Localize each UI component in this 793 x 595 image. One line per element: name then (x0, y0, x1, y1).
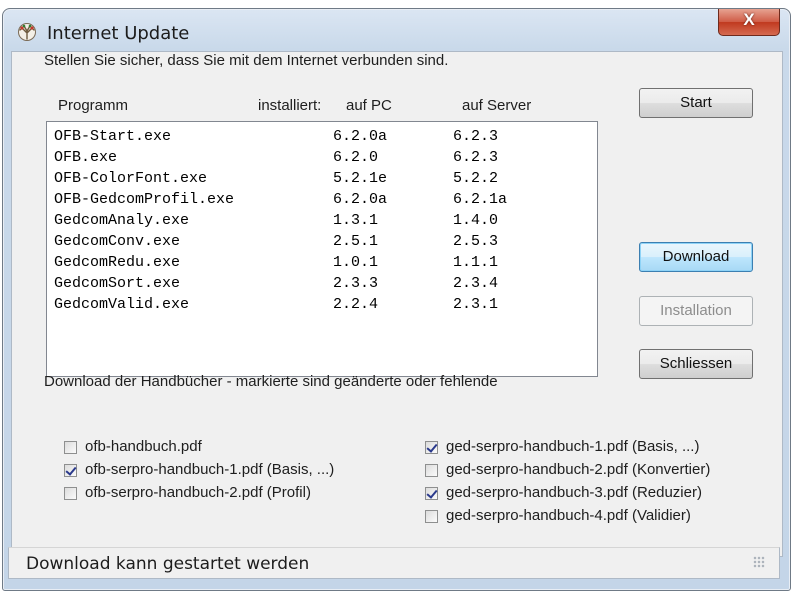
version-pc: 2.3.3 (333, 275, 379, 292)
header-installed: installiert: (258, 97, 322, 114)
resize-grip-icon[interactable] (753, 556, 765, 568)
version-server: 6.2.3 (453, 149, 499, 166)
program-name: OFB-Start.exe (54, 128, 172, 145)
checkbox-label: ged-serpro-handbuch-1.pdf (Basis, ...) (446, 438, 700, 455)
list-item[interactable]: GedcomConv.exe 2.5.1 2.5.3 (47, 232, 597, 253)
checkbox-checked[interactable] (425, 487, 438, 500)
version-server: 2.3.4 (453, 275, 499, 292)
list-item[interactable]: GedcomValid.exe 2.2.4 2.3.1 (47, 295, 597, 316)
checkbox-label: ged-serpro-handbuch-3.pdf (Reduzier) (446, 484, 702, 501)
installation-button[interactable]: Installation (639, 296, 753, 326)
list-item[interactable]: GedcomRedu.exe 1.0.1 1.1.1 (47, 253, 597, 274)
checkbox-label: ofb-serpro-handbuch-1.pdf (Basis, ...) (85, 461, 335, 478)
program-list[interactable]: OFB-Start.exe 6.2.0a 6.2.3 OFB.exe 6.2.0… (46, 121, 598, 377)
program-name: GedcomSort.exe (54, 275, 181, 292)
version-server: 2.3.1 (453, 296, 499, 313)
program-name: GedcomRedu.exe (54, 254, 181, 271)
version-pc: 1.3.1 (333, 212, 379, 229)
start-button[interactable]: Start (639, 88, 753, 118)
list-item[interactable]: GedcomAnaly.exe 1.3.1 1.4.0 (47, 211, 597, 232)
checkbox-label: ofb-handbuch.pdf (85, 438, 202, 455)
program-name: GedcomConv.exe (54, 233, 181, 250)
list-item[interactable]: OFB-ColorFont.exe 5.2.1e 5.2.2 (47, 169, 597, 190)
header-on-server: auf Server (462, 97, 532, 114)
checkbox-checked[interactable] (64, 464, 77, 477)
version-pc: 6.2.0a (333, 191, 388, 208)
list-item[interactable]: OFB.exe 6.2.0 6.2.3 (47, 148, 597, 169)
version-server: 6.2.3 (453, 128, 499, 145)
close-icon: X (743, 10, 755, 29)
checkbox[interactable] (64, 441, 77, 454)
checkbox-label: ged-serpro-handbuch-4.pdf (Validier) (446, 507, 691, 524)
version-server: 2.5.3 (453, 233, 499, 250)
version-pc: 6.2.0 (333, 149, 379, 166)
status-text: Download kann gestartet werden (26, 554, 310, 574)
list-item[interactable]: GedcomSort.exe 2.3.3 2.3.4 (47, 274, 597, 295)
download-button[interactable]: Download (639, 242, 753, 272)
version-pc: 6.2.0a (333, 128, 388, 145)
program-name: GedcomAnaly.exe (54, 212, 190, 229)
checkbox[interactable] (425, 464, 438, 477)
close-button[interactable]: X (718, 9, 780, 36)
version-pc: 1.0.1 (333, 254, 379, 271)
version-pc: 5.2.1e (333, 170, 388, 187)
checkbox[interactable] (425, 510, 438, 523)
version-server: 1.4.0 (453, 212, 499, 229)
manuals-heading: Download der Handbücher - markierte sind… (44, 373, 498, 390)
version-server: 6.2.1a (453, 191, 508, 208)
version-server: 1.1.1 (453, 254, 499, 271)
checkbox-checked[interactable] (425, 441, 438, 454)
list-item[interactable]: OFB-Start.exe 6.2.0a 6.2.3 (47, 127, 597, 148)
header-on-pc: auf PC (346, 97, 392, 114)
title-bar[interactable]: Internet Update X (3, 9, 790, 47)
program-name: OFB-ColorFont.exe (54, 170, 208, 187)
program-name: OFB.exe (54, 149, 118, 166)
close-dialog-button[interactable]: Schliessen (639, 349, 753, 379)
list-item[interactable]: OFB-GedcomProfil.exe 6.2.0a 6.2.1a (47, 190, 597, 211)
header-program: Programm (58, 97, 129, 114)
checkbox[interactable] (64, 487, 77, 500)
version-pc: 2.5.1 (333, 233, 379, 250)
program-name: OFB-GedcomProfil.exe (54, 191, 235, 208)
checkbox-label: ged-serpro-handbuch-2.pdf (Konvertier) (446, 461, 711, 478)
window-title: Internet Update (47, 23, 190, 44)
family-tree-icon (18, 23, 36, 41)
checkbox-label: ofb-serpro-handbuch-2.pdf (Profil) (85, 484, 311, 501)
program-name: GedcomValid.exe (54, 296, 190, 313)
version-server: 5.2.2 (453, 170, 499, 187)
version-pc: 2.2.4 (333, 296, 379, 313)
instruction-text: Stellen Sie sicher, dass Sie mit dem Int… (44, 52, 449, 69)
